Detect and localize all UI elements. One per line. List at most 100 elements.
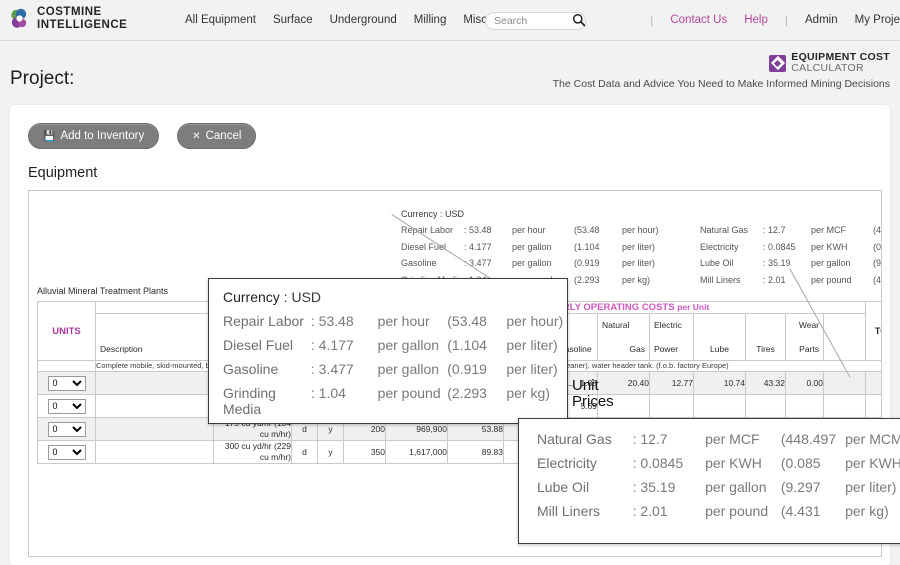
costmine-logo[interactable]: COSTMINE INTELLIGENCE	[10, 6, 128, 31]
price-value: : 12.7	[763, 225, 786, 235]
td-c10: 10.74	[693, 371, 746, 395]
callout-price-alt-unit: per liter)	[506, 337, 558, 353]
price-row: Repair Labor : 53.48 per hour (53.48 per…	[401, 225, 882, 235]
td-c11: 43.32	[745, 371, 786, 395]
logo-line-2: INTELLIGENCE	[37, 18, 128, 31]
callout-price-row: Mill Liners : 2.01 per pound (4.431 per …	[537, 503, 900, 519]
price-alt-unit: per kg)	[622, 274, 651, 285]
callout-price-name: Diesel Fuel	[223, 337, 294, 353]
td-c5: 89.83	[447, 440, 504, 464]
td-c2: y	[317, 440, 344, 464]
callout-price-row: Electricity : 0.0845 per KWH (0.085 per …	[537, 455, 900, 471]
callout-price-alt: (0.085	[780, 455, 821, 471]
td-capacity: 300 cu yd/hr (229 cu m/hr)	[213, 440, 292, 464]
price-unit: per hour	[512, 225, 546, 235]
callout-right-unit-prices: Natural Gas : 12.7 per MCF (448.497 per …	[518, 418, 900, 544]
callout-price-unit: per pound	[377, 385, 441, 401]
nav-item-underground[interactable]: Underground	[330, 14, 397, 26]
price-alt-unit: per hour)	[622, 225, 659, 235]
search-input[interactable]: Search	[485, 12, 586, 30]
nav-item-my-projects[interactable]: My Projects	[855, 14, 900, 26]
th-lube: Lube	[693, 313, 746, 361]
quantity-select[interactable]: 0	[47, 421, 86, 437]
quantity-select[interactable]: 0	[47, 375, 86, 391]
callout-price-alt: (0.919	[447, 361, 487, 377]
add-to-inventory-button[interactable]: 💾 Add to Inventory	[28, 123, 160, 149]
nav-item-surface[interactable]: Surface	[273, 14, 313, 26]
td-c3: 350	[343, 440, 386, 464]
callout-currency-value: USD	[291, 289, 322, 305]
price-unit: per gallon	[512, 241, 552, 252]
nav-item-all-equipment[interactable]: All Equipment	[185, 14, 256, 26]
td-c11	[745, 394, 786, 418]
callout-price-row: Grinding Media : 1.04 per pound (2.293 p…	[223, 385, 567, 417]
price-alt-value: (1.104	[574, 241, 600, 252]
callout-price-unit: per pound	[705, 503, 769, 519]
callout-price-name: Lube Oil	[537, 479, 590, 495]
price-name: Mill Liners	[700, 274, 741, 285]
callout-price-value: : 35.19	[632, 479, 676, 495]
qty-select-cell[interactable]: 0	[37, 371, 96, 395]
price-unit: per KWH	[811, 241, 848, 252]
price-unit: per gallon	[811, 258, 851, 268]
price-name: Natural Gas	[700, 225, 749, 235]
ecc-diamond-icon	[769, 54, 787, 72]
quantity-select[interactable]: 0	[47, 444, 86, 460]
price-unit: per gallon	[512, 258, 552, 268]
search-placeholder: Search	[494, 15, 528, 27]
price-alt-value: (9.297	[873, 258, 882, 268]
td-blank-a	[822, 371, 867, 395]
td-desc-blank	[95, 440, 214, 464]
nav-item-contact-us[interactable]: Contact Us	[670, 14, 727, 26]
price-alt-value: (53.48	[574, 225, 600, 235]
callout-left-unit-prices: Currency : USD Repair Labor : 53.48 per …	[208, 278, 568, 424]
qty-select-cell[interactable]: 0	[37, 394, 96, 418]
costmine-logo-icon	[10, 8, 32, 30]
callout-price-alt: (2.293	[447, 385, 487, 401]
th-extra-1	[822, 313, 867, 361]
price-alt-value: (0.085	[873, 241, 882, 252]
td-blank-b	[865, 371, 881, 395]
callout-price-alt-unit: per liter)	[506, 361, 558, 377]
qty-select-cell[interactable]: 0	[37, 440, 96, 464]
currency-line: Currency : USD	[401, 209, 881, 219]
currency-label: Currency :	[401, 209, 443, 219]
callout-price-value: : 12.7	[632, 431, 668, 447]
callout-price-unit: per hour	[377, 313, 430, 329]
search-icon[interactable]	[572, 13, 586, 27]
price-value: : 4.177	[464, 241, 492, 252]
callout-price-row: Natural Gas : 12.7 per MCF (448.497 per …	[537, 431, 900, 447]
nav-item-milling[interactable]: Milling	[414, 14, 447, 26]
nav-divider-1: |	[650, 13, 654, 27]
td-desc-blank	[95, 394, 214, 418]
save-icon: 💾	[43, 130, 56, 142]
callout-currency-label: Currency :	[223, 289, 288, 305]
quantity-select[interactable]: 0	[47, 398, 86, 414]
callout-price-alt-unit: per KWH)	[845, 455, 900, 471]
qty-select-cell[interactable]: 0	[37, 417, 96, 441]
unit-prices-line-1: Unit	[572, 377, 599, 394]
callout-price-name: Electricity	[537, 455, 597, 471]
th-electric-power: Electric Power	[649, 313, 694, 361]
callout-price-row: Lube Oil : 35.19 per gallon (9.297 per l…	[537, 479, 900, 495]
nav-item-help[interactable]: Help	[744, 14, 768, 26]
callout-price-alt-unit: per kg)	[845, 503, 889, 519]
callout-price-row: Diesel Fuel : 4.177 per gallon (1.104 pe…	[223, 337, 567, 353]
app-page: COSTMINE INTELLIGENCE All Equipment Surf…	[0, 0, 900, 565]
cancel-button[interactable]: ✕ Cancel	[177, 123, 257, 149]
callout-price-unit: per KWH	[705, 455, 762, 471]
callout-price-alt-unit: per MCM)	[845, 431, 900, 447]
price-alt-value: (448.497	[873, 225, 882, 235]
callout-price-alt: (448.497	[780, 431, 837, 447]
nav-item-admin[interactable]: Admin	[805, 14, 838, 26]
th-description: Description	[95, 313, 214, 361]
callout-price-unit: per gallon	[705, 479, 767, 495]
price-unit: per MCF	[811, 225, 847, 235]
costmine-logo-text: COSTMINE INTELLIGENCE	[37, 6, 128, 31]
price-value: : 53.48	[464, 225, 492, 235]
callout-currency-line: Currency : USD	[223, 289, 567, 305]
unit-prices-line-2: Prices	[572, 393, 614, 410]
equipment-group-label: Alluvial Mineral Treatment Plants	[37, 286, 169, 296]
currency-value: USD	[445, 209, 465, 219]
td-blank-b	[865, 394, 881, 418]
